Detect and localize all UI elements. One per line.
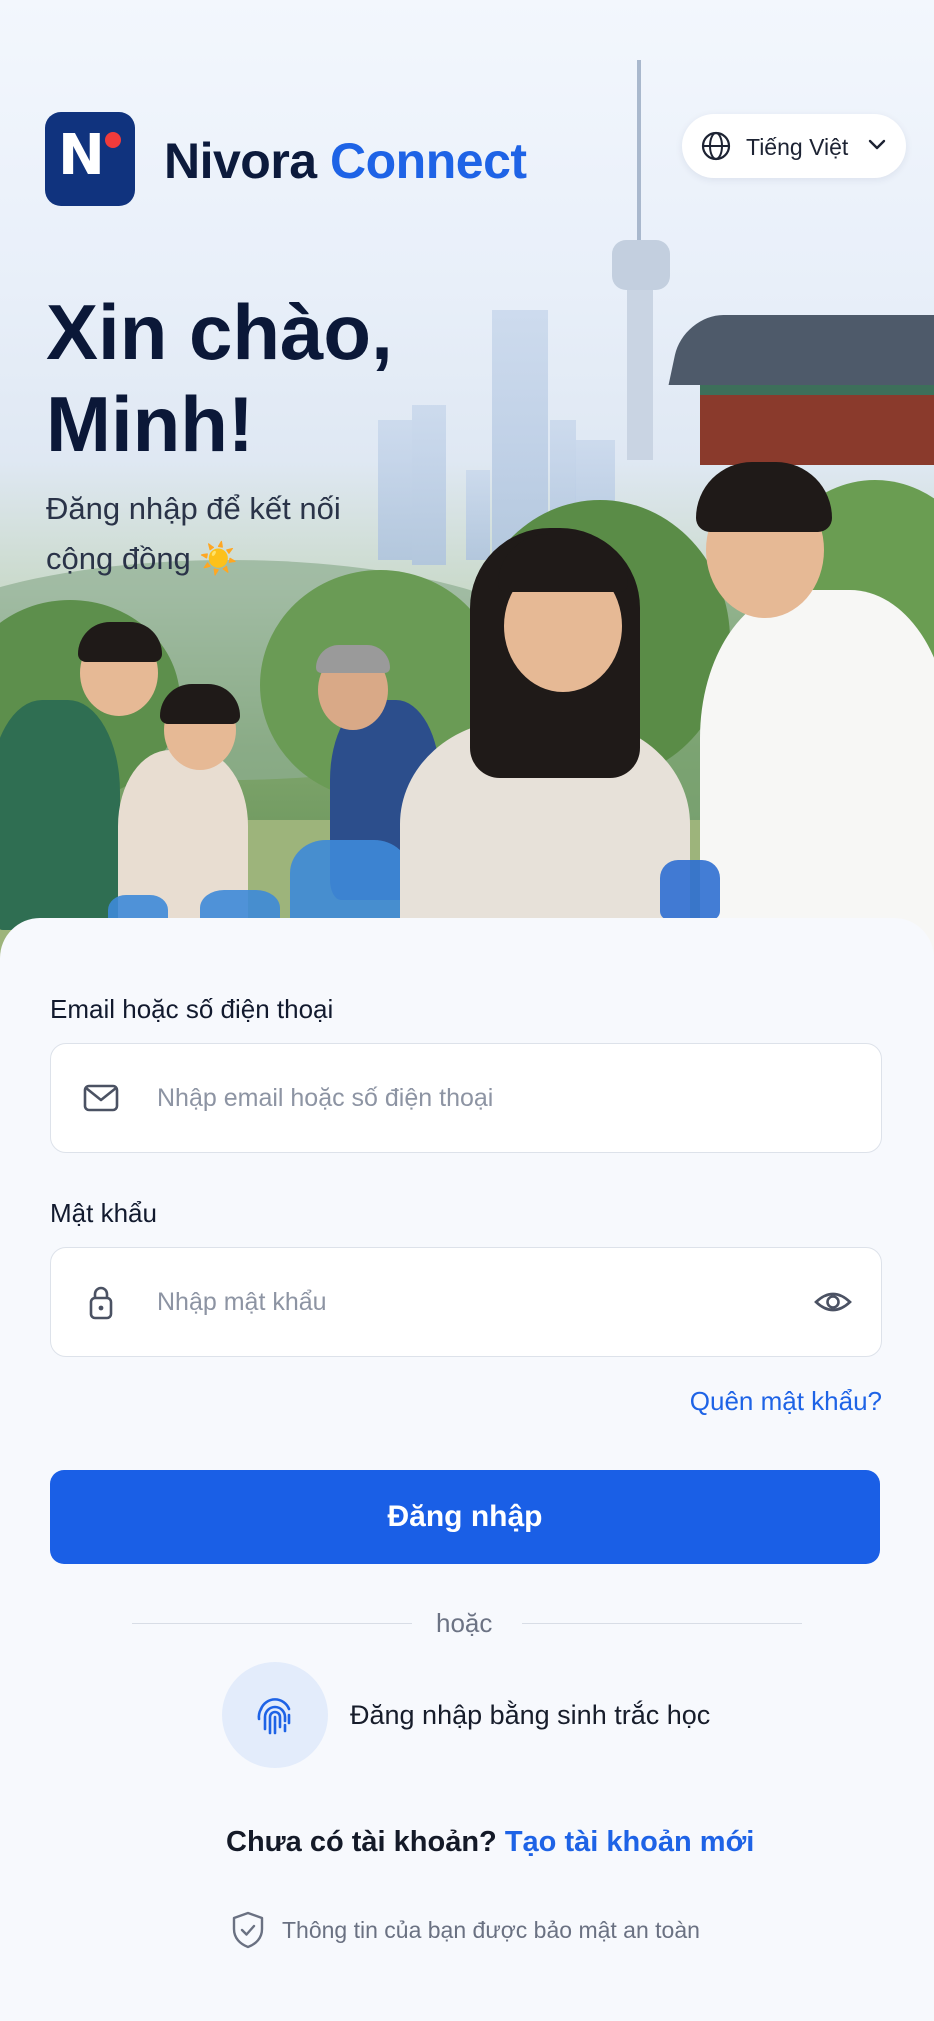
greeting-line2: Minh! xyxy=(46,380,254,468)
greeting-title: Xin chào, Minh! xyxy=(46,286,393,470)
password-label: Mật khẩu xyxy=(50,1198,157,1228)
chevron-down-icon xyxy=(868,139,886,150)
brand-accent: Connect xyxy=(330,133,527,189)
biometric-button[interactable] xyxy=(222,1662,328,1768)
brand-name: Nivora Connect xyxy=(164,132,527,190)
create-account-link[interactable]: Tạo tài khoản mới xyxy=(505,1826,754,1858)
biometric-login-label[interactable]: Đăng nhập bằng sinh trắc học xyxy=(350,1700,710,1731)
eye-icon[interactable] xyxy=(813,1284,853,1320)
language-label: Tiếng Việt xyxy=(746,134,849,160)
greeting-line1: Xin chào, xyxy=(46,288,393,376)
security-note: Thông tin của bạn được bảo mật an toàn xyxy=(230,1910,710,1950)
brand-primary: Nivora xyxy=(164,133,317,189)
email-placeholder: Nhập email hoặc số điện thoại xyxy=(157,1084,494,1112)
globe-icon xyxy=(701,131,731,161)
or-label: hoặc xyxy=(436,1608,493,1638)
forgot-password-link[interactable]: Quên mật khẩu? xyxy=(690,1386,882,1417)
shield-check-icon xyxy=(232,1911,264,1949)
password-placeholder: Nhập mật khẩu xyxy=(157,1288,327,1316)
app-logo: N xyxy=(45,112,135,206)
signup-prompt: Chưa có tài khoản? Tạo tài khoản mới xyxy=(226,1826,754,1859)
password-field[interactable]: Nhập mật khẩu xyxy=(50,1247,882,1357)
greeting-subtitle: Đăng nhập để kết nối cộng đồng ☀️ xyxy=(46,491,341,576)
fingerprint-icon xyxy=(257,1698,291,1735)
email-field[interactable]: Nhập email hoặc số điện thoại xyxy=(50,1043,882,1153)
lock-icon xyxy=(89,1286,113,1320)
mail-icon xyxy=(83,1084,119,1112)
no-account-text: Chưa có tài khoản? xyxy=(226,1826,497,1858)
divider-left xyxy=(132,1623,412,1624)
language-selector[interactable]: Tiếng Việt xyxy=(682,114,906,178)
login-button[interactable]: Đăng nhập xyxy=(50,1470,880,1564)
divider-right xyxy=(522,1623,802,1624)
security-note-text: Thông tin của bạn được bảo mật an toàn xyxy=(282,1917,700,1943)
email-label: Email hoặc số điện thoại xyxy=(50,994,334,1024)
